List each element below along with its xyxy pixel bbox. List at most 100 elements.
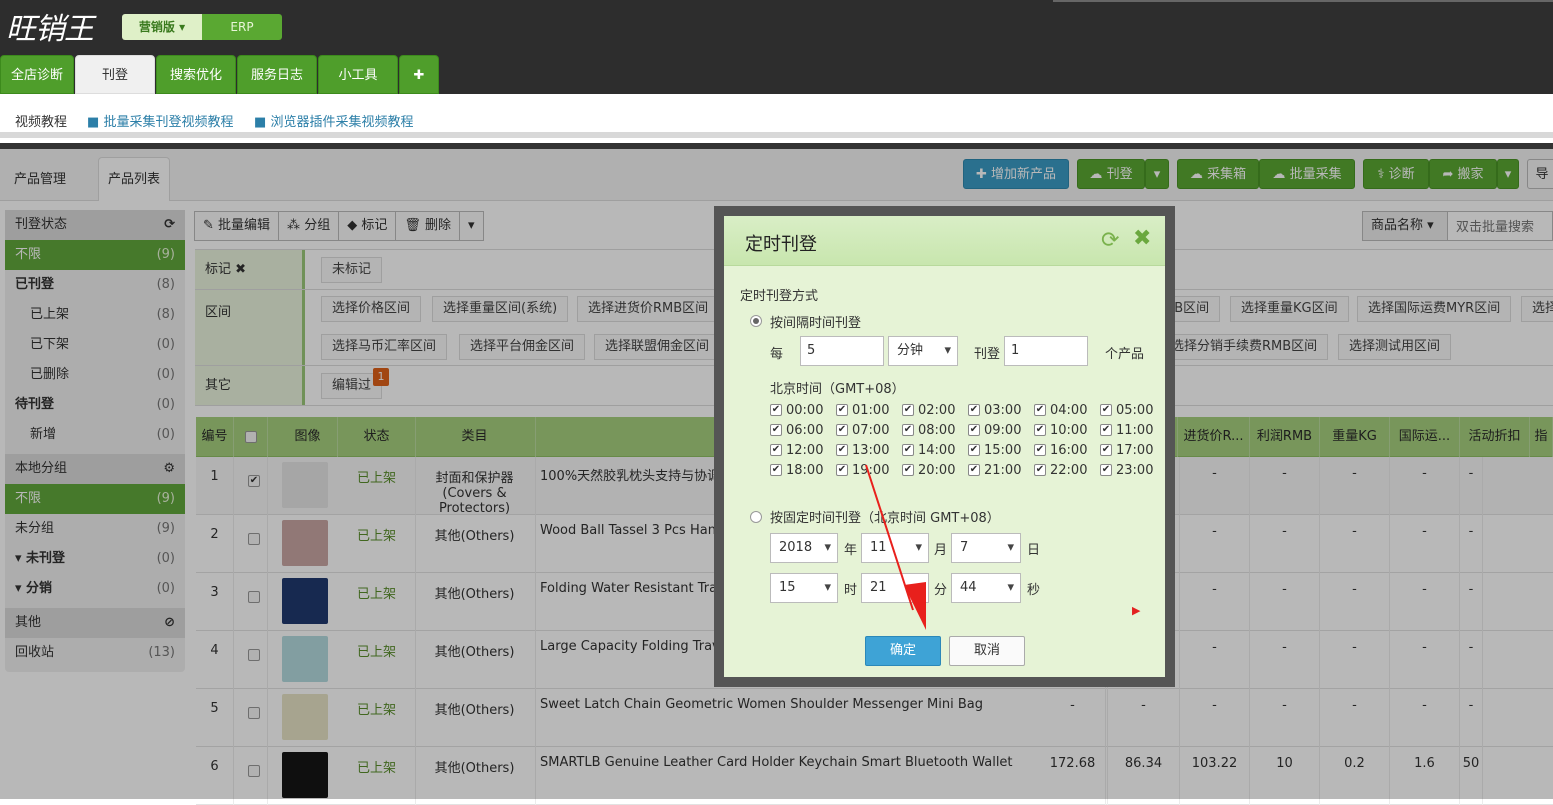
checkbox-icon: ✔ (1100, 424, 1112, 436)
checkbox-icon: ✔ (968, 464, 980, 476)
dialog-header: 定时刊登 ⟳ ✖ (724, 216, 1165, 266)
hour-checkbox[interactable]: ✔ 09:00 (968, 421, 1032, 441)
hour-label: 03:00 (984, 403, 1022, 418)
hour-checkbox[interactable]: ✔ 23:00 (1100, 461, 1164, 481)
hour-label: 21:00 (984, 463, 1022, 478)
refresh-icon[interactable]: ⟳ (1101, 228, 1119, 253)
checkbox-icon: ✔ (770, 404, 782, 416)
checkbox-icon: ✔ (968, 444, 980, 456)
hour-checkbox[interactable]: ✔ 19:00 (836, 461, 900, 481)
video-link-batch[interactable]: ■ 批量采集刊登视频教程 (87, 111, 233, 130)
hour-label: 23:00 (1116, 463, 1154, 478)
hour-label: 02:00 (918, 403, 956, 418)
video-link-batch-label[interactable]: 批量采集刊登视频教程 (103, 115, 233, 130)
interval-label[interactable]: 按间隔时间刊登 (770, 312, 861, 331)
hour-label: 19:00 (852, 463, 890, 478)
checkbox-icon: ✔ (902, 424, 914, 436)
publish-count-input[interactable]: 1 (1004, 336, 1088, 366)
video-link-plugin-label[interactable]: 浏览器插件采集视频教程 (270, 115, 413, 130)
checkbox-icon: ✔ (902, 404, 914, 416)
hour-label: 15:00 (984, 443, 1022, 458)
hour-label: 16:00 (1050, 443, 1088, 458)
checkbox-icon: ✔ (836, 404, 848, 416)
erp-button[interactable]: ERP (202, 14, 282, 40)
hour-checkbox[interactable]: ✔ 21:00 (968, 461, 1032, 481)
hour-checkbox[interactable]: ✔ 17:00 (1100, 441, 1164, 461)
hour-select[interactable]: 15 (770, 573, 838, 603)
tab-service-log[interactable]: 服务日志 (237, 55, 317, 94)
day-unit: 日 (1027, 543, 1041, 558)
tab-seo[interactable]: 搜索优化 (156, 55, 236, 94)
hour-checkbox[interactable]: ✔ 13:00 (836, 441, 900, 461)
interval-radio[interactable] (750, 315, 762, 327)
interval-unit-select[interactable]: 分钟 (888, 336, 958, 366)
checkbox-icon: ✔ (836, 424, 848, 436)
video-link-plugin[interactable]: ■ 浏览器插件采集视频教程 (254, 111, 413, 130)
checkbox-icon: ✔ (770, 444, 782, 456)
checkbox-icon: ✔ (902, 464, 914, 476)
hour-checkbox[interactable]: ✔ 05:00 (1100, 401, 1164, 421)
day-select[interactable]: 7 (951, 533, 1021, 563)
fixed-time-label[interactable]: 按固定时间刊登（北京时间 GMT+08） (770, 507, 1000, 526)
edition-dropdown[interactable]: 营销版 ▾ (122, 14, 202, 40)
hour-label: 13:00 (852, 443, 890, 458)
interval-value-input[interactable]: 5 (800, 336, 884, 366)
hour-checkbox[interactable]: ✔ 02:00 (902, 401, 966, 421)
hour-checkbox[interactable]: ✔ 20:00 (902, 461, 966, 481)
dialog-body: 定时刊登方式 按间隔时间刊登 每 5 分钟 刊登 1 个产品 北京时间（GMT+… (724, 266, 1165, 677)
year-unit: 年 (844, 543, 858, 558)
hour-checkbox[interactable]: ✔ 06:00 (770, 421, 834, 441)
top-divider (1053, 0, 1553, 2)
month-unit: 月 (934, 543, 948, 558)
hour-label: 01:00 (852, 403, 890, 418)
checkbox-icon: ✔ (968, 404, 980, 416)
hour-checkbox[interactable]: ✔ 15:00 (968, 441, 1032, 461)
hour-checkbox[interactable]: ✔ 10:00 (1034, 421, 1098, 441)
hour-checkbox[interactable]: ✔ 18:00 (770, 461, 834, 481)
hour-checkbox[interactable]: ✔ 03:00 (968, 401, 1032, 421)
checkbox-icon: ✔ (1100, 444, 1112, 456)
tab-publish[interactable]: 刊登 (75, 55, 155, 94)
play-marker-icon: ▶ (1132, 604, 1141, 617)
hour-checkbox[interactable]: ✔ 01:00 (836, 401, 900, 421)
hour-checkbox[interactable]: ✔ 12:00 (770, 441, 834, 461)
second-select[interactable]: 44 (951, 573, 1021, 603)
month-select[interactable]: 11 (861, 533, 929, 563)
tab-diagnose[interactable]: 全店诊断 (0, 55, 74, 94)
hour-checkbox[interactable]: ✔ 00:00 (770, 401, 834, 421)
year-select[interactable]: 2018 (770, 533, 838, 563)
checkbox-icon: ✔ (968, 424, 980, 436)
checkbox-icon: ✔ (1100, 404, 1112, 416)
hour-checkbox[interactable]: ✔ 08:00 (902, 421, 966, 441)
hour-label: 17:00 (1116, 443, 1154, 458)
edition-switch[interactable]: 营销版 ▾ ERP (122, 14, 282, 40)
checkbox-icon: ✔ (1034, 404, 1046, 416)
confirm-button[interactable]: 确定 (865, 636, 941, 666)
hour-checkbox[interactable]: ✔ 14:00 (902, 441, 966, 461)
minute-select[interactable]: 21 (861, 573, 929, 603)
hour-unit: 时 (844, 583, 858, 598)
hour-label: 07:00 (852, 423, 890, 438)
hour-checkbox[interactable]: ✔ 22:00 (1034, 461, 1098, 481)
dialog-panel: 定时刊登 ⟳ ✖ 定时刊登方式 按间隔时间刊登 每 5 分钟 刊登 1 个产品 … (724, 216, 1165, 677)
checkbox-icon: ✔ (1034, 444, 1046, 456)
checkbox-icon: ✔ (770, 424, 782, 436)
hour-checkbox[interactable]: ✔ 04:00 (1034, 401, 1098, 421)
hour-label: 18:00 (786, 463, 824, 478)
video-icon: ■ (87, 115, 100, 130)
hour-checkbox[interactable]: ✔ 07:00 (836, 421, 900, 441)
tab-tools[interactable]: 小工具 (318, 55, 398, 94)
hour-label: 09:00 (984, 423, 1022, 438)
fixed-time-radio[interactable] (750, 511, 762, 523)
sub-nav: 视频教程 ■ 批量采集刊登视频教程 ■ 浏览器插件采集视频教程 (0, 94, 1553, 138)
cancel-button[interactable]: 取消 (949, 636, 1025, 666)
logo: 旺销王 (6, 12, 94, 47)
hour-checkbox[interactable]: ✔ 11:00 (1100, 421, 1164, 441)
second-unit: 秒 (1027, 583, 1041, 598)
hour-label: 12:00 (786, 443, 824, 458)
hour-checkbox[interactable]: ✔ 16:00 (1034, 441, 1098, 461)
tab-add[interactable]: ✚ (399, 55, 439, 94)
close-icon[interactable]: ✖ (1133, 226, 1151, 251)
main-tabs: 全店诊断 刊登 搜索优化 服务日志 小工具 ✚ (0, 55, 440, 94)
hour-label: 06:00 (786, 423, 824, 438)
